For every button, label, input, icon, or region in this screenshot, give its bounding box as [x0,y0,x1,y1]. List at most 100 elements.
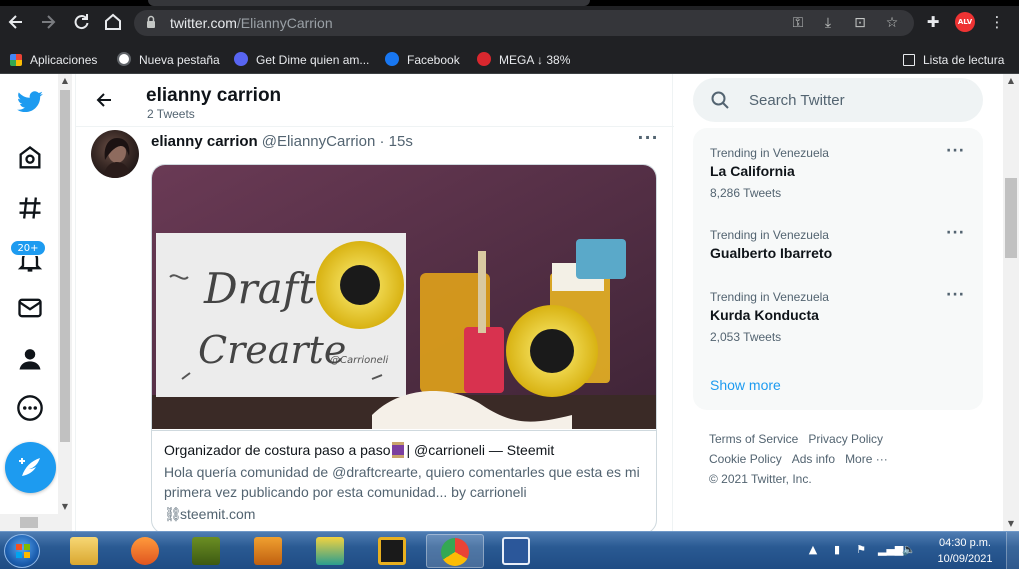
address-bar[interactable]: twitter.com/EliannyCarrion ⚿ ⤓ ⊡ ☆ [134,10,914,36]
bookmark-apps[interactable]: Aplicaciones [10,52,97,68]
page-scrollbar[interactable]: ▲ ▼ [1003,74,1019,531]
key-icon[interactable]: ⚿ [790,15,806,31]
bookmark-mega[interactable]: MEGA ↓ 38% [477,52,570,68]
trend-item[interactable]: Trending in Venezuela Kurda Konducta 2,0… [693,288,983,360]
trend-item[interactable]: Trending in Venezuela Gualberto Ibarreto… [693,226,983,298]
horizontal-scrollbar[interactable] [0,514,72,531]
tweet-handle-time[interactable]: @EliannyCarrion · 15s [262,133,413,150]
card-photo: Draft Crearte @Carrioneli [152,165,656,429]
bookmark-dime-quien[interactable]: Get Dime quien am... [234,52,369,68]
trend-more-icon[interactable]: ··· [946,288,966,302]
page-scroll-thumb[interactable] [1005,178,1017,258]
image-text-handle: @Carrioneli [330,355,388,366]
avatar[interactable] [91,130,139,178]
home-icon [105,13,121,30]
trend-topic: Kurda Konducta [710,307,819,323]
explore-home-icon[interactable] [16,144,44,172]
tweet[interactable]: elianny carrion @EliannyCarrion · 15s ··· [76,128,674,531]
taskbar-chrome[interactable] [426,534,484,568]
discord-icon [234,52,248,66]
trend-more-icon[interactable]: ··· [946,144,966,158]
ads-info-link[interactable]: Ads info [792,452,835,466]
tray-signal-icon[interactable]: ▂▄▆ [878,543,903,557]
extensions-puzzle-icon[interactable]: ✚ [924,13,942,31]
bookmark-new-tab[interactable]: Nueva pestaña [117,52,220,68]
folder-icon [70,537,98,565]
bookmark-star-icon[interactable]: ☆ [884,15,900,31]
messages-envelope-icon[interactable] [16,294,44,322]
image-text-crearte: Crearte [198,328,346,372]
show-more-link[interactable]: Show more [710,377,781,393]
sidebar-column: Trending in Venezuela La California 8,28… [674,74,1004,531]
profile-avatar[interactable]: ALV [955,12,975,32]
cube-game-icon [316,537,344,565]
cookie-link[interactable]: Cookie Policy [709,452,782,466]
trend-more-icon[interactable]: ··· [946,226,966,240]
tab-strip [0,0,1019,6]
tray-expand-icon[interactable]: ▲ [806,543,820,557]
reading-list[interactable]: Lista de lectura [903,52,1004,68]
trend-item[interactable]: Trending in Venezuela La California 8,28… [693,144,983,216]
active-tab[interactable] [148,0,590,6]
taskbar-file-explorer[interactable] [56,534,114,568]
scroll-thumb[interactable] [60,90,70,442]
lock-icon[interactable] [144,15,158,29]
taskbar-game-3[interactable] [364,534,422,568]
chrome-menu-icon[interactable]: ⋮ [988,13,1006,31]
taskbar-game-2[interactable] [302,534,360,568]
more-link[interactable]: More ··· [845,452,888,466]
trend-count: 2,053 Tweets [710,330,782,344]
tweet-header: elianny carrion @EliannyCarrion · 15s [151,133,413,150]
translate-icon[interactable]: ⊡ [852,15,868,31]
reload-button[interactable] [71,12,91,32]
home-button[interactable] [103,12,123,32]
hscroll-thumb[interactable] [20,517,38,528]
scroll-up-arrow-icon[interactable]: ▲ [58,74,72,88]
card-image[interactable]: Draft Crearte @Carrioneli [152,165,656,429]
hashtag-icon[interactable] [16,194,44,222]
taskbar-word[interactable] [488,534,546,568]
image-text-draft: Draft [203,264,315,313]
browser-toolbar: twitter.com/EliannyCarrion ⚿ ⤓ ⊡ ☆ ✚ ALV… [0,0,1019,45]
avatar-photo [103,138,131,178]
bookmark-facebook[interactable]: Facebook [385,52,460,68]
forward-button[interactable] [38,12,58,32]
sidebar-scrollbar[interactable]: ▲ ▼ [58,74,72,514]
notifications-badge: 20+ [10,240,46,256]
start-button[interactable] [4,534,40,568]
tray-network-error-icon[interactable]: ⚑ [854,543,868,557]
tweet-author-name[interactable]: elianny carrion [151,133,258,150]
clock-time: 04:30 p.m. [939,537,991,549]
page-scroll-up-icon[interactable]: ▲ [1003,74,1019,88]
taskbar-game-1[interactable] [178,534,236,568]
twitter-logo-icon[interactable] [16,88,44,116]
back-button[interactable] [6,12,26,32]
terms-link[interactable]: Terms of Service [709,432,798,446]
trend-context: Trending in Venezuela [710,146,829,160]
search-icon [711,91,729,109]
more-circle-icon[interactable] [16,394,44,422]
page-scroll-down-icon[interactable]: ▼ [1003,517,1019,531]
link-icon: ⛓ [164,506,182,522]
install-icon[interactable]: ⤓ [820,15,836,31]
card-link[interactable]: ⛓steemit.com [164,504,646,524]
compose-tweet-button[interactable] [5,442,56,493]
globe-icon [117,52,131,66]
tweet-more-icon[interactable]: ··· [636,130,660,146]
profile-person-icon[interactable] [16,345,44,373]
taskbar-tool[interactable] [240,534,298,568]
reading-list-icon [903,54,915,66]
scroll-down-arrow-icon[interactable]: ▼ [58,500,72,514]
taskbar-media-player[interactable] [117,534,175,568]
tray-volume-icon[interactable]: 🔈 [902,543,916,557]
trends-panel: Trending in Venezuela La California 8,28… [693,128,983,410]
search-input[interactable] [749,90,949,110]
back-arrow-icon[interactable] [94,90,114,110]
privacy-link[interactable]: Privacy Policy [808,432,883,446]
link-card[interactable]: Draft Crearte @Carrioneli Organizador de… [151,164,657,531]
taskbar-clock[interactable]: 04:30 p.m. 10/09/2021 [930,535,1000,567]
primary-nav: 20+ [0,74,60,531]
tray-device-icon[interactable]: ▮ [830,543,844,557]
search-box[interactable] [693,78,983,122]
show-desktop-button[interactable] [1006,532,1019,570]
